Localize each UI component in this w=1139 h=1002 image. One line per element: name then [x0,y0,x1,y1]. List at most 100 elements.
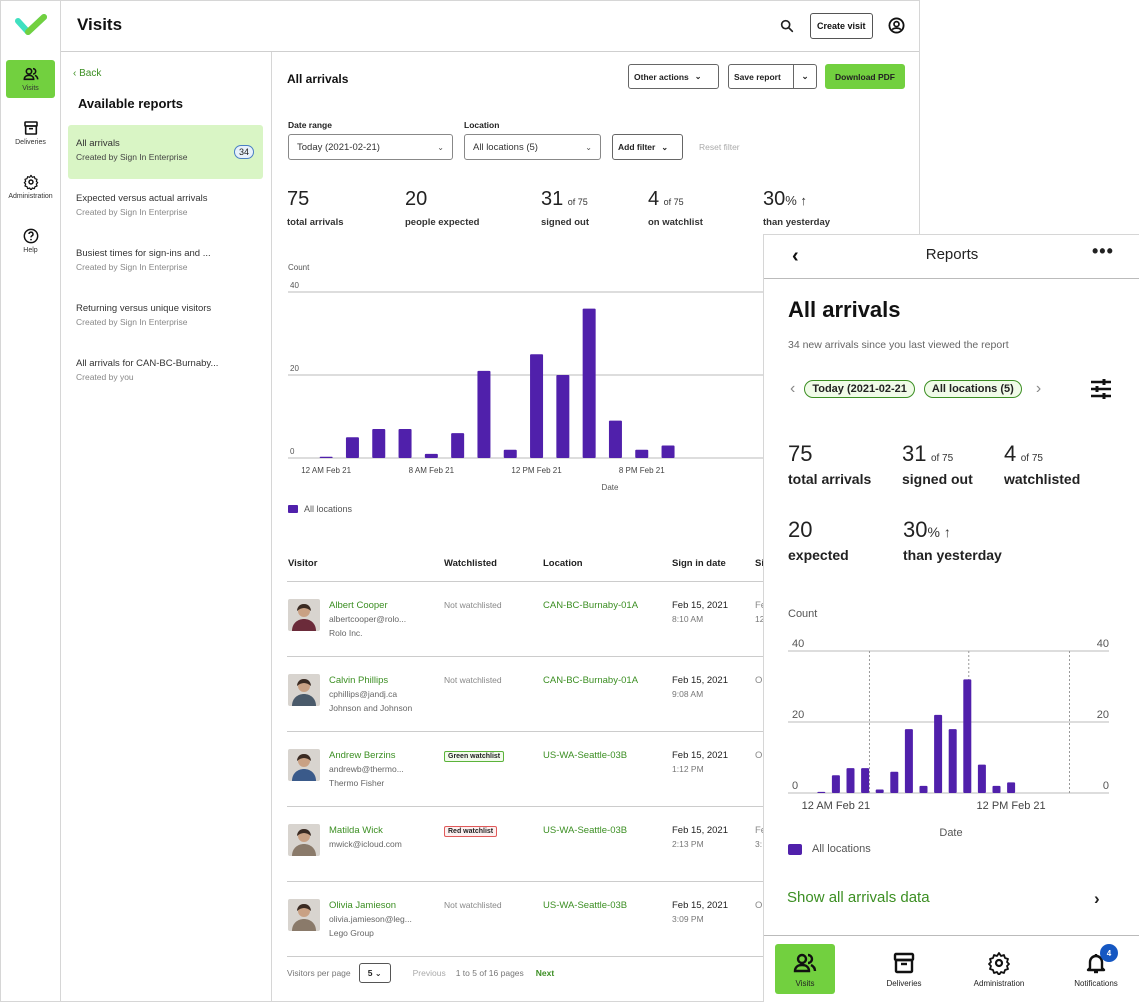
column-header[interactable]: Location [543,558,583,569]
rail-item-help[interactable]: Help [6,222,55,260]
visitor-name-link[interactable]: Andrew Berzins [329,750,396,761]
y-tick-label-right: 40 [1097,638,1109,650]
visitor-name-link[interactable]: Calvin Phillips [329,675,388,686]
per-page-select[interactable]: 5 ⌄ [358,963,391,983]
visitor-avatar [288,824,320,856]
tab-label: Visits [795,978,815,988]
create-visit-button[interactable]: Create visit [810,13,873,39]
bar [582,308,596,458]
report-item[interactable]: All arrivals Created by Sign In Enterpri… [68,125,263,179]
location-select[interactable]: All locations (5) ⌄ [464,134,601,160]
bar [904,729,913,793]
visitor-name-link[interactable]: Matilda Wick [329,825,383,836]
rail-item-visits[interactable]: Visits [6,60,55,98]
stat-label: than yesterday [903,547,1002,563]
visitor-email: andrewb@thermo... [329,764,404,774]
chevron-right-icon[interactable]: › [1094,889,1100,909]
tab-visits[interactable]: Visits [775,944,835,994]
stat-suffix: of 75 [663,197,684,207]
rail-item-administration[interactable]: Administration [6,168,55,206]
visitor-email: cphillips@jandj.ca [329,689,398,699]
report-author: Created by Sign In Enterprise [76,152,188,162]
nav-rail: Visits Deliveries Administration Help [1,1,61,1001]
user-account-icon[interactable] [888,17,905,34]
back-link[interactable]: ‹ Back [73,68,101,79]
rail-item-deliveries[interactable]: Deliveries [6,114,55,152]
visitor-company: Johnson and Johnson [329,703,413,713]
column-header[interactable]: Watchlisted [444,558,497,569]
avatar-photo-icon [288,899,320,931]
more-options-icon[interactable]: ••• [1092,241,1114,262]
bar [635,449,649,458]
bar [846,768,855,793]
column-header[interactable]: Visitor [288,558,317,569]
y-tick-label: 0 [290,447,295,456]
location-link[interactable]: US-WA-Seattle-03B [543,900,627,911]
column-header[interactable]: Sign in date [672,558,726,569]
report-item[interactable]: Busiest times for sign-ins and ... Creat… [68,235,263,289]
y-tick-label-right: 0 [1103,780,1109,792]
chevron-left-icon[interactable]: ‹ [790,380,795,398]
bar [451,433,465,458]
save-report-button[interactable]: Save report [728,64,794,89]
mobile-header-title: Reports [925,246,979,263]
chevron-right-icon[interactable]: › [1036,380,1041,398]
stat-label: on watchlist [648,217,703,228]
page-info: 1 to 5 of 16 pages [455,968,524,978]
tab-deliveries[interactable]: Deliveries [874,944,934,994]
reset-filter-link[interactable]: Reset filter [699,142,740,152]
y-tick-label: 20 [792,709,804,721]
stat-label: total arrivals [287,217,344,228]
location-link[interactable]: CAN-BC-Burnaby-01A [543,675,638,686]
bar [477,370,491,458]
watchlist-cell: Green watchlist [444,750,505,762]
reports-panel: ‹ Back Available reports All arrivals Cr… [61,52,272,1001]
stat-suffix: of 75 [1020,453,1043,464]
legend-label: All locations [304,504,353,514]
rail-item-label: Administration [8,193,53,200]
archive-box-icon [893,952,915,973]
previous-page-link[interactable]: Previous [413,968,446,978]
mobile-arrivals-chart: Count 0 0 20 20 40 40 12 AM Feb 21 12 PM Feb 21 D… [764,597,1139,867]
location-link[interactable]: CAN-BC-Burnaby-01A [543,600,638,611]
show-all-arrivals-link[interactable]: Show all arrivals data [787,889,930,906]
rail-item-label: Visits [22,85,39,92]
date-range-select[interactable]: Today (2021-02-21) ⌄ [288,134,453,160]
tab-notifications[interactable]: Notifications 4 [1066,944,1126,994]
next-page-link[interactable]: Next [536,968,554,978]
stat-value: 30 [763,188,786,210]
date-range-label: Date range [288,120,332,130]
bar [608,420,622,458]
report-item[interactable]: All arrivals for CAN-BC-Burnaby... Creat… [68,345,263,399]
report-name: Busiest times for sign-ins and ... [76,248,211,259]
visitor-name-link[interactable]: Olivia Jamieson [329,900,396,911]
stat-label: than yesterday [763,217,831,228]
bar [661,445,675,458]
other-actions-label: Other actions [634,71,689,82]
report-item[interactable]: Returning versus unique visitors Created… [68,290,263,344]
visitor-name-link[interactable]: Albert Cooper [329,600,388,611]
download-pdf-button[interactable]: Download PDF [825,64,905,89]
filter-settings-icon[interactable] [1089,377,1113,401]
filter-chip-date[interactable]: Today (2021-02-21 [804,380,915,398]
report-name: Expected versus actual arrivals [76,193,208,204]
bar [977,764,986,793]
location-link[interactable]: US-WA-Seattle-03B [543,750,627,761]
page-title: Visits [77,15,123,34]
filter-chip-location[interactable]: All locations (5) [923,380,1022,398]
search-icon[interactable] [779,18,795,34]
stat-label: total arrivals [788,471,872,487]
stat-suffix: % ↑ [927,524,951,540]
mobile-report-view: ‹ Reports ••• All arrivals 34 new arriva… [763,234,1139,1002]
watchlist-badge: Green watchlist [444,751,505,762]
add-filter-button[interactable]: Add filter ⌄ [612,134,683,160]
bar [1007,782,1016,793]
save-report-dropdown[interactable]: ⌄ [793,64,817,89]
stat-value: 4 [1004,441,1017,466]
tab-administration[interactable]: Administration [969,944,1029,994]
stat-value: 4 [648,188,660,210]
people-icon [793,953,817,972]
other-actions-button[interactable]: Other actions ⌄ [628,64,719,89]
location-link[interactable]: US-WA-Seattle-03B [543,825,627,836]
report-item[interactable]: Expected versus actual arrivals Created … [68,180,263,234]
